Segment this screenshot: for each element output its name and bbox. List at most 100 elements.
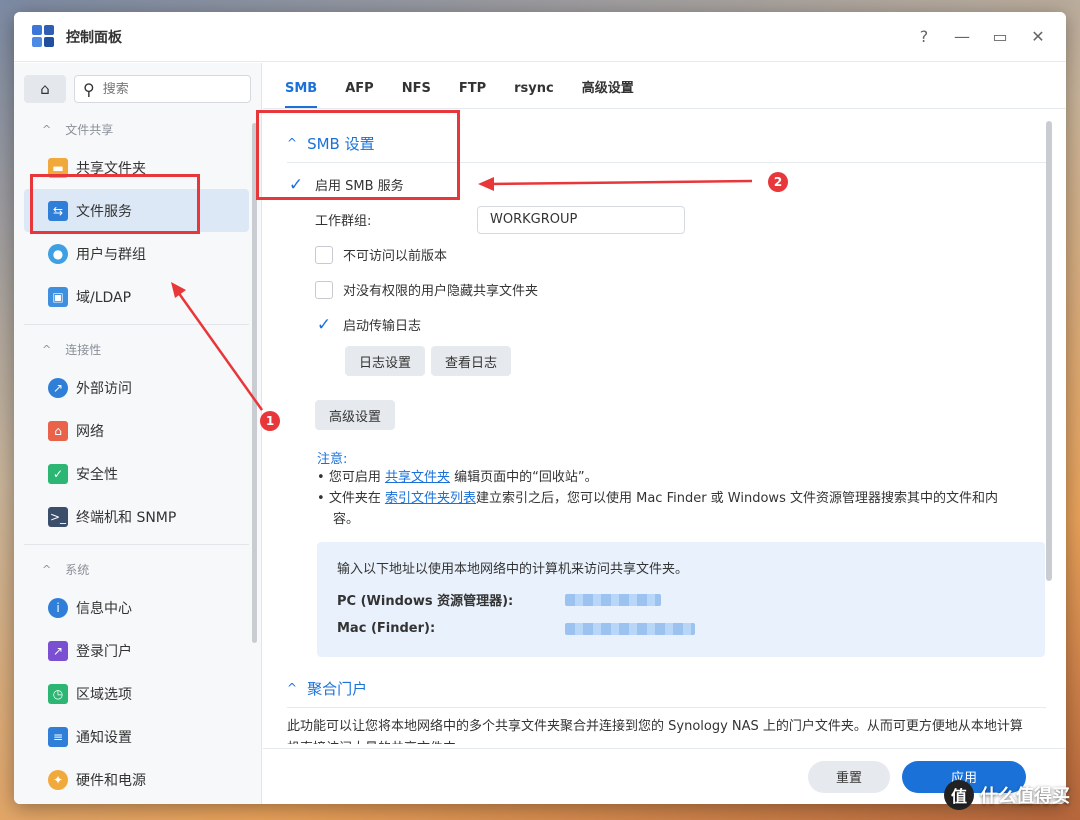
sidebar-top: ⌂ ⚲ — [14, 63, 261, 111]
mac-address-redacted — [565, 622, 695, 635]
search-input[interactable] — [102, 81, 223, 97]
minimize-icon[interactable]: — — [954, 27, 970, 46]
sidebar-item-label: 登录门户 — [76, 643, 132, 660]
network-icon: ⌂ — [48, 420, 68, 441]
workgroup-label: 工作群组: — [315, 214, 372, 229]
section-title: 聚合门户 — [307, 679, 368, 698]
mac-row: Mac (Finder): — [337, 614, 1025, 643]
group-title: 文件共享 — [65, 123, 114, 137]
option-label: 启动传输日志 — [343, 319, 422, 334]
reset-button[interactable]: 重置 — [808, 760, 890, 793]
window-controls: ? — ▭ ✕ — [916, 27, 1066, 46]
note-line: • 文件夹在 索引文件夹列表建立索引之后，您可以使用 Mac Finder 或 … — [317, 491, 998, 506]
sidebar-item-ldap[interactable]: ▣ 域/LDAP — [24, 275, 249, 318]
transfer-log-checkbox[interactable]: ✓ — [315, 315, 333, 335]
window-title: 控制面板 — [66, 29, 122, 46]
annotation-box-file-services — [30, 174, 200, 234]
close-icon[interactable]: ✕ — [1030, 27, 1046, 46]
group-header-connectivity[interactable]: ^ 连接性 — [14, 331, 261, 366]
content-area: ^SMB 设置 ✓ 启用 SMB 服务 工作群组: 不可访问以前版本 对没有权限… — [263, 110, 1046, 744]
sidebar-item-terminal[interactable]: >_ 终端机和 SNMP — [24, 495, 249, 538]
sidebar-item-label: 用户与群组 — [76, 246, 146, 263]
search-box[interactable]: ⚲ — [74, 75, 251, 103]
maximize-icon[interactable]: ▭ — [992, 27, 1008, 46]
sidebar-item-external-access[interactable]: ↗ 外部访问 — [24, 366, 249, 409]
portal-section-header[interactable]: ^ 聚合门户 — [287, 673, 1046, 703]
option-row[interactable]: ✓ 启动传输日志 — [287, 307, 1046, 342]
annotation-badge-2: 2 — [768, 172, 788, 192]
security-icon: ✓ — [48, 463, 68, 484]
search-icon: ⚲ — [83, 79, 95, 99]
watermark-text: 什么值得买 — [980, 786, 1070, 807]
home-button[interactable]: ⌂ — [24, 75, 66, 103]
sidebar-item-label: 外部访问 — [76, 380, 132, 397]
regional-icon: ◷ — [48, 683, 68, 704]
advanced-settings-button[interactable]: 高级设置 — [315, 400, 396, 430]
pc-row: PC (Windows 资源管理器): — [337, 585, 1025, 614]
info-intro: 输入以下地址以使用本地网络中的计算机来访问共享文件夹。 — [337, 562, 689, 577]
sidebar-item-login-portal[interactable]: ↗ 登录门户 — [24, 629, 249, 672]
log-buttons-row: 日志设置 查看日志 — [287, 342, 1046, 380]
group-title: 连接性 — [65, 343, 102, 357]
tab-afp[interactable]: AFP — [345, 81, 373, 108]
sidebar-item-users[interactable]: ● 用户与群组 — [24, 232, 249, 275]
watermark-logo: 值 — [944, 780, 974, 810]
tab-bar: SMB AFP NFS FTP rsync 高级设置 — [263, 63, 1066, 109]
sidebar-item-network[interactable]: ⌂ 网络 — [24, 409, 249, 452]
tab-nfs[interactable]: NFS — [402, 81, 431, 108]
sidebar-item-label: 域/LDAP — [76, 289, 132, 306]
external-access-icon: ↗ — [48, 377, 68, 398]
option-row[interactable]: 不可访问以前版本 — [287, 237, 1046, 272]
portal-description: 此功能可以让您将本地网络中的多个共享文件夹聚合并连接到您的 Synology N… — [287, 719, 1023, 744]
titlebar: 控制面板 ? — ▭ ✕ — [14, 12, 1066, 62]
chevron-up-icon: ^ — [42, 123, 52, 136]
ldap-icon: ▣ — [48, 286, 68, 307]
tab-ftp[interactable]: FTP — [459, 81, 486, 108]
sidebar-item-power[interactable]: ✦ 硬件和电源 — [24, 758, 249, 801]
main-scrollbar[interactable] — [1046, 121, 1052, 581]
login-portal-icon: ↗ — [48, 640, 68, 661]
terminal-icon: >_ — [48, 506, 68, 527]
sidebar-item-security[interactable]: ✓ 安全性 — [24, 452, 249, 495]
sidebar-item-info-center[interactable]: i 信息中心 — [24, 586, 249, 629]
chevron-up-icon: ^ — [42, 563, 52, 576]
power-icon: ✦ — [48, 769, 68, 790]
hide-shared-folders-checkbox[interactable] — [315, 280, 333, 299]
sidebar-item-label: 终端机和 SNMP — [76, 509, 177, 526]
pc-address-redacted — [565, 593, 661, 606]
sidebar-item-label: 区域选项 — [76, 686, 132, 703]
group-title: 系统 — [65, 563, 90, 577]
view-log-button[interactable]: 查看日志 — [431, 346, 512, 376]
tab-smb[interactable]: SMB — [285, 81, 318, 108]
previous-versions-checkbox[interactable] — [315, 245, 333, 264]
note-line: • 您可启用 共享文件夹 编辑页面中的“回收站”。 — [317, 470, 598, 485]
log-settings-button[interactable]: 日志设置 — [345, 346, 426, 376]
option-label: 对没有权限的用户隐藏共享文件夹 — [343, 284, 539, 299]
index-folder-link[interactable]: 索引文件夹列表 — [385, 491, 476, 506]
chevron-up-icon: ^ — [42, 343, 52, 356]
shared-folder-link[interactable]: 共享文件夹 — [385, 470, 450, 485]
control-panel-icon — [32, 24, 56, 49]
sidebar-item-label: 安全性 — [76, 466, 118, 483]
tab-advanced[interactable]: 高级设置 — [582, 77, 634, 108]
divider — [287, 707, 1046, 708]
option-row[interactable]: 对没有权限的用户隐藏共享文件夹 — [287, 272, 1046, 307]
workgroup-row: 工作群组: — [287, 202, 1046, 237]
info-icon: i — [48, 597, 68, 618]
annotation-badge-1: 1 — [260, 411, 280, 431]
annotation-box-smb — [256, 110, 460, 200]
option-label: 不可访问以前版本 — [343, 249, 448, 264]
workgroup-field[interactable] — [477, 205, 685, 234]
help-icon[interactable]: ? — [916, 27, 932, 46]
sidebar-item-notification[interactable]: ≡ 通知设置 — [24, 715, 249, 758]
watermark: 值 什么值得买 — [944, 780, 1070, 810]
sidebar-item-regional[interactable]: ◷ 区域选项 — [24, 672, 249, 715]
tab-rsync[interactable]: rsync — [514, 81, 554, 108]
group-header-system[interactable]: ^ 系统 — [14, 551, 261, 586]
group-header-file-sharing[interactable]: ^ 文件共享 — [14, 111, 261, 146]
sidebar-item-label: 网络 — [76, 423, 104, 440]
note-title: 注意: — [317, 452, 348, 467]
note-text: 文件夹在 — [328, 491, 385, 506]
sidebar-scrollbar[interactable] — [252, 123, 257, 643]
mac-label: Mac (Finder): — [337, 621, 436, 636]
